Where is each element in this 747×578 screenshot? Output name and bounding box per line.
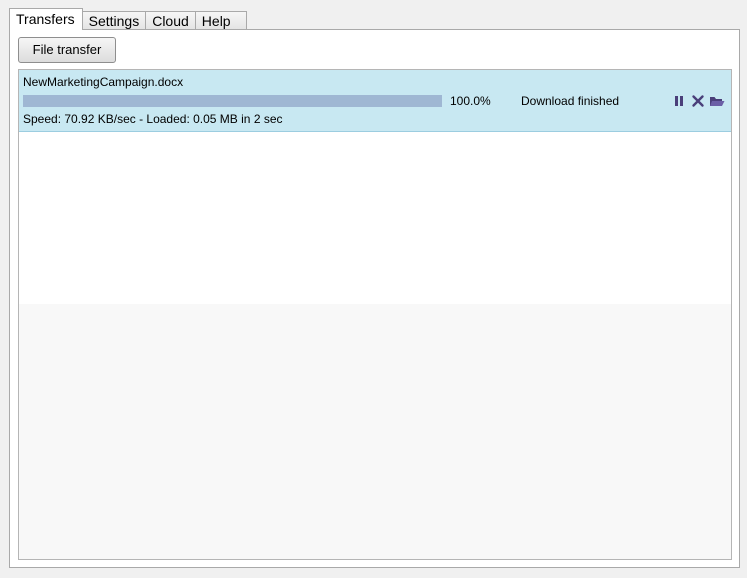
transfer-progress-text: 100.0%: [450, 94, 491, 108]
transfer-item[interactable]: NewMarketingCampaign.docx 100.0% Downloa…: [19, 70, 731, 132]
transfer-stats: Speed: 70.92 KB/sec - Loaded: 0.05 MB in…: [23, 112, 283, 126]
transfer-progress-bar: [23, 95, 442, 107]
transfer-filename: NewMarketingCampaign.docx: [23, 75, 184, 89]
transfer-actions: [671, 93, 728, 109]
transfer-progress-fill: [23, 95, 442, 107]
folder-open-icon[interactable]: [709, 93, 725, 109]
transfer-list: NewMarketingCampaign.docx 100.0% Downloa…: [18, 69, 732, 560]
tab-bar: Transfers Settings Cloud Help: [9, 8, 247, 30]
transfers-panel: File transfer NewMarketingCampaign.docx …: [9, 29, 740, 568]
tab-settings[interactable]: Settings: [81, 11, 147, 30]
file-transfer-button[interactable]: File transfer: [18, 37, 116, 63]
tab-help[interactable]: Help: [194, 11, 247, 30]
tab-transfers[interactable]: Transfers: [9, 8, 83, 30]
transfer-status: Download finished: [521, 94, 620, 108]
pause-icon[interactable]: [671, 93, 687, 109]
tab-cloud[interactable]: Cloud: [145, 11, 196, 30]
close-icon[interactable]: [690, 93, 706, 109]
